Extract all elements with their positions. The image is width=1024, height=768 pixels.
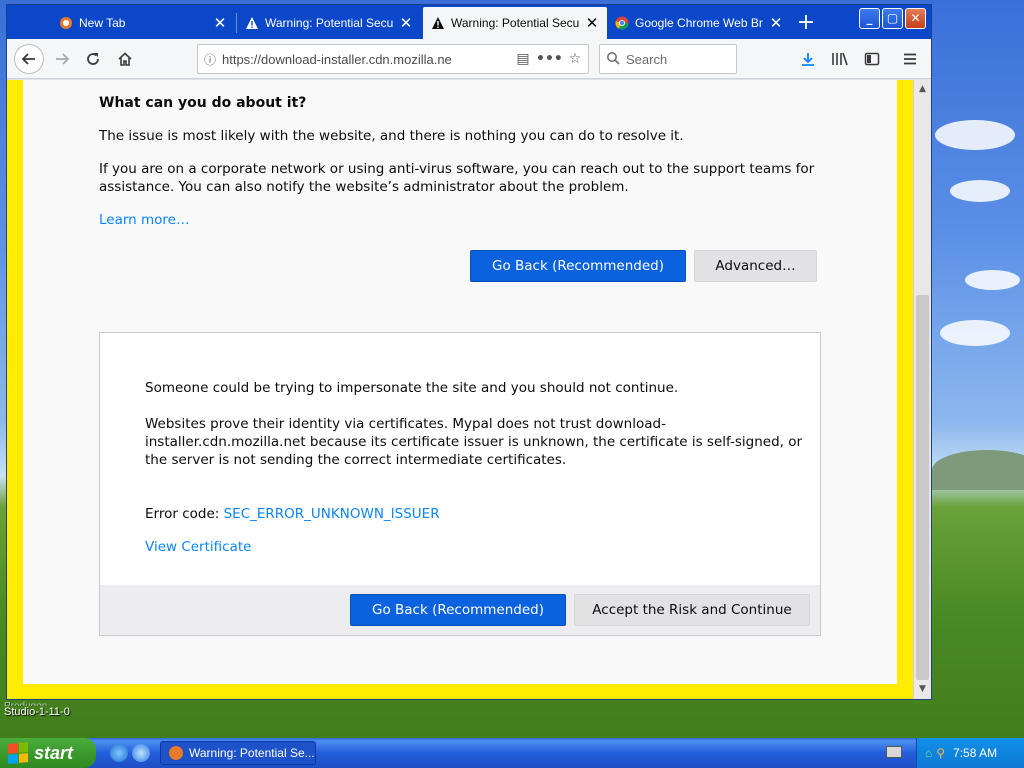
info-icon[interactable]: ⓘ <box>198 51 222 68</box>
warning-icon <box>245 16 259 30</box>
tab-bar: New Tab ✕ Warning: Potential Securit ✕ W… <box>7 5 931 39</box>
page-heading: What can you do about it? <box>99 95 307 111</box>
close-icon[interactable]: ✕ <box>585 14 599 32</box>
internet-explorer-icon[interactable] <box>110 744 128 762</box>
certificate-explanation-2: installer.cdn.mozilla.net because its ce… <box>145 434 803 450</box>
desktop-icon-label[interactable]: Produgon Studio-1-11-0 <box>4 700 84 719</box>
maximize-button[interactable]: ▢ <box>882 8 903 29</box>
desktop-cloud <box>940 320 1010 346</box>
desktop-hill <box>932 450 1024 490</box>
tab-chrome[interactable]: Google Chrome Web Brow ✕ <box>607 7 791 39</box>
chrome-icon <box>615 16 629 30</box>
back-arrow-icon <box>21 53 35 65</box>
hamburger-menu-icon <box>904 53 916 65</box>
sidebar-icon <box>864 52 880 66</box>
desktop-cloud <box>935 120 1015 150</box>
forward-arrow-icon <box>56 53 70 65</box>
back-button[interactable] <box>14 44 44 74</box>
close-icon[interactable]: ✕ <box>213 14 227 32</box>
impersonate-warning: Someone could be trying to impersonate t… <box>145 380 679 396</box>
mypal-icon <box>59 16 73 30</box>
advanced-panel-footer: Go Back (Recommended) Accept the Risk an… <box>100 585 820 635</box>
home-icon <box>118 52 132 66</box>
library-icon <box>832 52 848 66</box>
page-content: What can you do about it? The issue is m… <box>7 80 913 699</box>
windows-logo-icon <box>8 742 28 764</box>
search-tray-icon[interactable]: ⚲ <box>936 746 945 760</box>
clock: 7:58 AM <box>953 746 998 760</box>
taskbar: start Warning: Potential Se... ⌂ ⚲ 7:58 … <box>0 738 1024 768</box>
tab-new-tab[interactable]: New Tab ✕ <box>51 7 235 39</box>
close-window-button[interactable]: ✕ <box>905 8 926 29</box>
certificate-explanation-3: the server is not sending the correct in… <box>145 452 567 468</box>
close-icon[interactable]: ✕ <box>399 14 413 32</box>
start-button[interactable]: start <box>0 738 96 768</box>
navigation-toolbar: ⓘ https://download-installer.cdn.mozilla… <box>7 39 931 79</box>
library-button[interactable] <box>827 46 853 72</box>
tab-warning-1[interactable]: Warning: Potential Securit ✕ <box>237 7 421 39</box>
start-label: start <box>34 742 74 763</box>
scroll-thumb[interactable] <box>916 295 929 680</box>
network-icon[interactable]: ⌂ <box>925 746 932 760</box>
page-actions-icon[interactable]: ••• <box>536 51 563 67</box>
tab-title: Warning: Potential Securit <box>265 16 393 30</box>
search-input[interactable]: Search <box>599 44 737 74</box>
task-label: Warning: Potential Se... <box>189 746 315 760</box>
download-icon <box>802 53 814 66</box>
tab-warning-2[interactable]: Warning: Potential Securit ✕ <box>423 7 607 39</box>
advanced-button[interactable]: Advanced… <box>694 250 817 282</box>
go-back-button[interactable]: Go Back (Recommended) <box>470 250 686 282</box>
scroll-down-arrow[interactable]: ▼ <box>914 682 931 697</box>
desktop-cloud <box>950 180 1010 202</box>
home-button[interactable] <box>112 46 138 72</box>
forward-button[interactable] <box>49 46 75 72</box>
learn-more-link[interactable]: Learn more… <box>99 211 190 229</box>
close-icon[interactable]: ✕ <box>769 14 783 32</box>
browser-quicklaunch-icon[interactable] <box>132 744 150 762</box>
reload-icon <box>87 53 99 65</box>
accept-risk-button[interactable]: Accept the Risk and Continue <box>574 594 810 626</box>
paragraph-corporate-1: If you are on a corporate network or usi… <box>99 161 815 177</box>
bookmark-star-icon[interactable]: ☆ <box>562 51 588 67</box>
browser-window: New Tab ✕ Warning: Potential Securit ✕ W… <box>6 4 932 700</box>
error-page: What can you do about it? The issue is m… <box>23 80 897 684</box>
certificate-explanation-1: Websites prove their identity via certif… <box>145 416 666 432</box>
warning-icon <box>431 16 445 30</box>
reload-button[interactable] <box>80 46 106 72</box>
url-text[interactable]: https://download-installer.cdn.mozilla.n… <box>222 52 510 67</box>
advanced-panel: Someone could be trying to impersonate t… <box>99 332 821 636</box>
tab-title: Warning: Potential Securit <box>451 16 579 30</box>
sidebar-button[interactable] <box>859 46 885 72</box>
reader-view-icon[interactable]: ▤ <box>510 51 536 67</box>
menu-button[interactable] <box>897 46 923 72</box>
search-icon <box>600 51 626 68</box>
error-code-row: Error code: SEC_ERROR_UNKNOWN_ISSUER <box>145 505 440 523</box>
paragraph-issue: The issue is most likely with the websit… <box>99 128 684 144</box>
search-placeholder: Search <box>626 51 668 67</box>
error-code-link[interactable]: SEC_ERROR_UNKNOWN_ISSUER <box>224 506 440 522</box>
new-tab-button[interactable]: + <box>793 9 819 37</box>
url-bar[interactable]: ⓘ https://download-installer.cdn.mozilla… <box>197 44 589 74</box>
paragraph-corporate-2: assistance. You can also notify the webs… <box>99 179 629 195</box>
desktop-cloud <box>965 270 1020 290</box>
mypal-icon <box>169 746 183 760</box>
scroll-up-arrow[interactable]: ▲ <box>914 82 931 97</box>
view-certificate-link[interactable]: View Certificate <box>145 538 251 556</box>
tab-title: Google Chrome Web Brow <box>635 16 763 30</box>
vertical-scrollbar[interactable]: ▲ ▼ <box>913 80 931 699</box>
downloads-button[interactable] <box>795 46 821 72</box>
minimize-button[interactable]: _ <box>859 8 880 29</box>
error-code-label: Error code: <box>145 506 220 522</box>
go-back-button-2[interactable]: Go Back (Recommended) <box>350 594 566 626</box>
taskbar-browser-item[interactable]: Warning: Potential Se... <box>160 741 316 765</box>
keyboard-icon[interactable] <box>886 746 902 758</box>
system-tray: ⌂ ⚲ 7:58 AM <box>916 738 1024 768</box>
tab-title: New Tab <box>79 16 126 30</box>
